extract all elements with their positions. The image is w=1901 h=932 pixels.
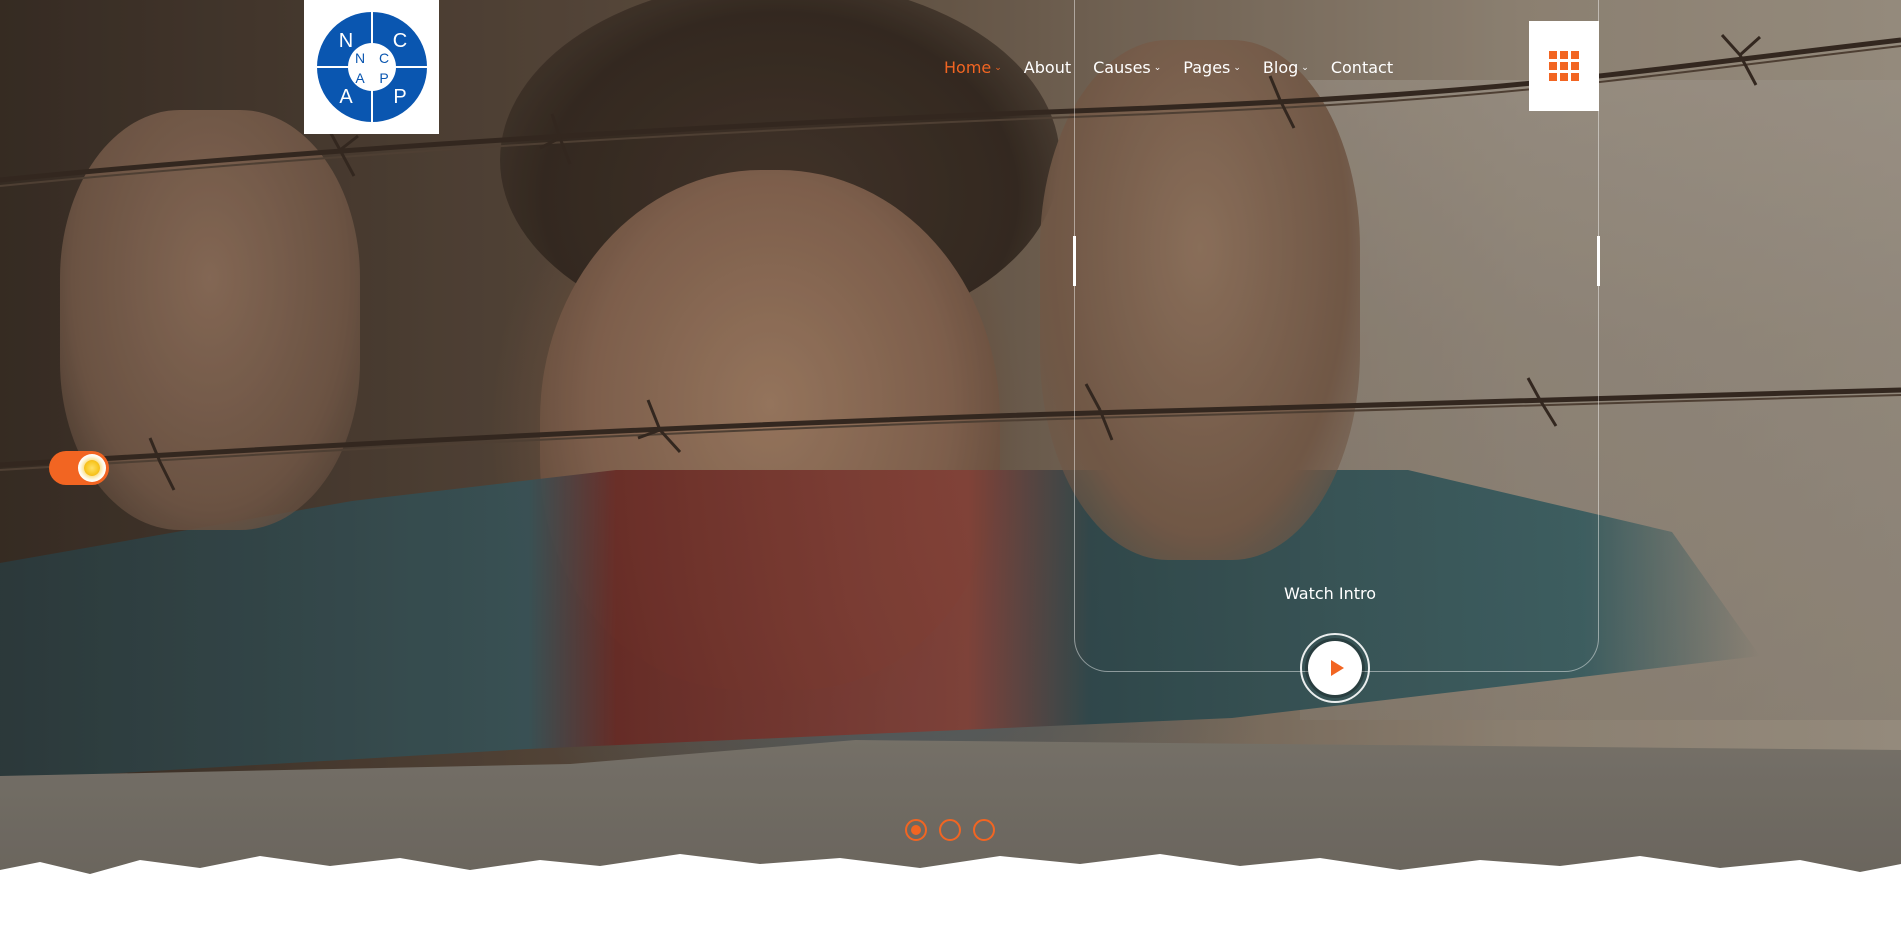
torn-paper-edge bbox=[0, 854, 1901, 932]
nav-item-label: About bbox=[1023, 57, 1072, 77]
logo-inner-letter-p: P bbox=[379, 70, 388, 86]
video-frame-outline bbox=[1074, 0, 1599, 672]
nav-item-home[interactable]: Home ⌄ bbox=[944, 55, 1002, 79]
site-logo[interactable]: N C A P N C A P bbox=[304, 0, 439, 134]
logo-letter-a: A bbox=[339, 86, 353, 108]
nav-item-label: Home bbox=[944, 57, 992, 77]
ncap-logo-icon: N C A P N C A P bbox=[316, 12, 427, 122]
logo-letter-p: P bbox=[393, 86, 406, 108]
sun-icon bbox=[84, 460, 100, 476]
watch-intro-label: Watch Intro bbox=[1283, 584, 1377, 603]
logo-inner-letter-n: N bbox=[354, 50, 364, 66]
slider-pagination bbox=[905, 819, 995, 841]
logo-letter-n: N bbox=[338, 30, 352, 52]
logo-letter-c: C bbox=[392, 30, 406, 52]
chevron-down-icon: ⌄ bbox=[994, 63, 1002, 73]
slider-dot-3[interactable] bbox=[973, 819, 995, 841]
slider-dot-1[interactable] bbox=[905, 819, 927, 841]
frame-marker-left bbox=[1073, 236, 1076, 286]
toggle-knob bbox=[78, 454, 106, 482]
logo-inner-letter-c: C bbox=[378, 50, 388, 66]
theme-toggle[interactable] bbox=[49, 451, 109, 485]
play-icon bbox=[1330, 660, 1344, 676]
play-button-inner bbox=[1308, 641, 1362, 695]
play-video-button[interactable] bbox=[1300, 633, 1370, 703]
frame-marker-right bbox=[1597, 236, 1600, 286]
nav-item-about[interactable]: About bbox=[1024, 55, 1071, 79]
hero-overlay bbox=[0, 0, 1901, 932]
slider-dot-2[interactable] bbox=[939, 819, 961, 841]
logo-inner-letter-a: A bbox=[355, 70, 365, 86]
